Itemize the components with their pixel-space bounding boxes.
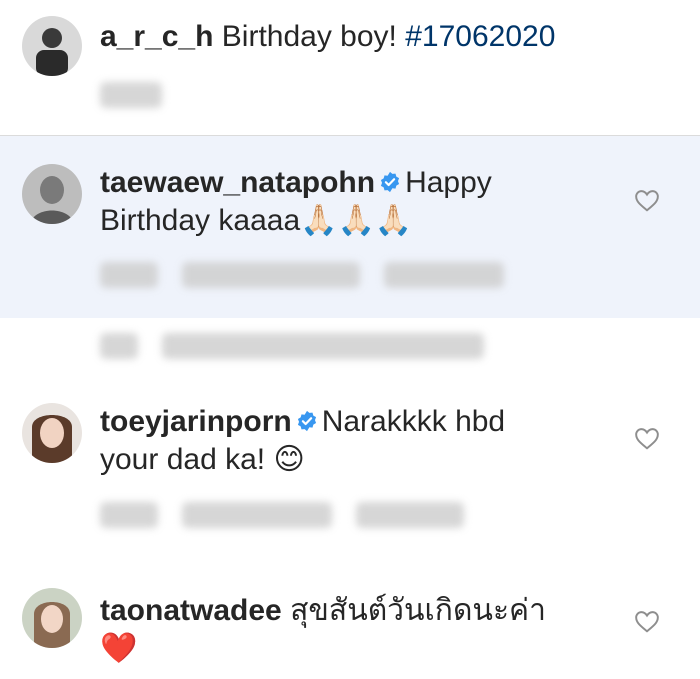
- comment-toeyjarinporn: toeyjarinporn Narakkkk hbd your dad ka! 😊: [0, 380, 700, 540]
- comment-taonatwadee: taonatwadee สุขสันต์วันเกิดนะค่า ❤️: [0, 572, 700, 679]
- caption-meta: [100, 80, 162, 110]
- avatar-a-r-c-h[interactable]: [22, 16, 82, 76]
- avatar-image: [22, 16, 82, 76]
- caption-username[interactable]: a_r_c_h: [100, 20, 213, 53]
- comment-body-line2: Birthday kaaaa: [100, 204, 301, 237]
- avatar-taonatwadee[interactable]: [22, 588, 82, 648]
- view-replies-row[interactable]: [100, 333, 485, 364]
- comment-meta: [100, 500, 464, 530]
- avatar-image: [22, 403, 82, 463]
- blurred-reply-link[interactable]: [356, 502, 464, 528]
- like-heart-icon[interactable]: [634, 188, 660, 212]
- comment-text: taonatwadee สุขสันต์วันเกิดนะค่า ❤️: [100, 592, 610, 668]
- avatar-image: [22, 164, 82, 224]
- caption-body: Birthday boy!: [221, 20, 397, 53]
- blurred-timestamp: [100, 82, 162, 108]
- blurred-likes-count: [182, 262, 360, 288]
- comment-text: toeyjarinporn Narakkkk hbd your dad ka! 😊: [100, 403, 610, 479]
- caption-text: a_r_c_h Birthday boy! #17062020: [100, 18, 610, 56]
- reply-line-icon: [100, 333, 138, 359]
- avatar-taewaew-natapohn[interactable]: [22, 164, 82, 224]
- comment-username[interactable]: taonatwadee: [100, 594, 282, 627]
- smiling-face-emoji: 😊: [273, 443, 305, 476]
- blurred-timestamp: [100, 262, 158, 288]
- verified-badge-icon: [297, 410, 316, 432]
- comment-meta: [100, 260, 504, 290]
- comment-body-line1: Happy: [405, 166, 492, 199]
- blurred-timestamp: [100, 502, 158, 528]
- post-caption: a_r_c_h Birthday boy! #17062020: [0, 0, 700, 136]
- comment-taewaew-natapohn: taewaew_natapohn Happy Birthday kaaaa🙏🏻🙏🏻…: [0, 136, 700, 318]
- folded-hands-emoji: 🙏🏻🙏🏻🙏🏻: [300, 204, 413, 237]
- verified-badge-icon: [381, 171, 400, 193]
- avatar-toeyjarinporn[interactable]: [22, 403, 82, 463]
- comment-text: taewaew_natapohn Happy Birthday kaaaa🙏🏻🙏🏻…: [100, 164, 610, 240]
- blurred-view-replies[interactable]: [162, 333, 485, 359]
- red-heart-emoji: ❤️: [100, 632, 138, 665]
- comment-body-line1: Narakkkk hbd: [321, 405, 506, 438]
- comment-body-line1: สุขสันต์วันเกิดนะค่า: [290, 594, 546, 627]
- like-heart-icon[interactable]: [634, 426, 660, 450]
- comment-username[interactable]: toeyjarinporn: [100, 405, 292, 438]
- like-heart-icon[interactable]: [634, 609, 660, 633]
- comment-body-line2: your dad ka!: [100, 443, 266, 476]
- comment-username[interactable]: taewaew_natapohn: [100, 166, 375, 199]
- caption-hashtag[interactable]: #17062020: [405, 20, 555, 53]
- blurred-likes-count: [182, 502, 332, 528]
- avatar-image: [22, 588, 82, 648]
- blurred-reply-link[interactable]: [384, 262, 504, 288]
